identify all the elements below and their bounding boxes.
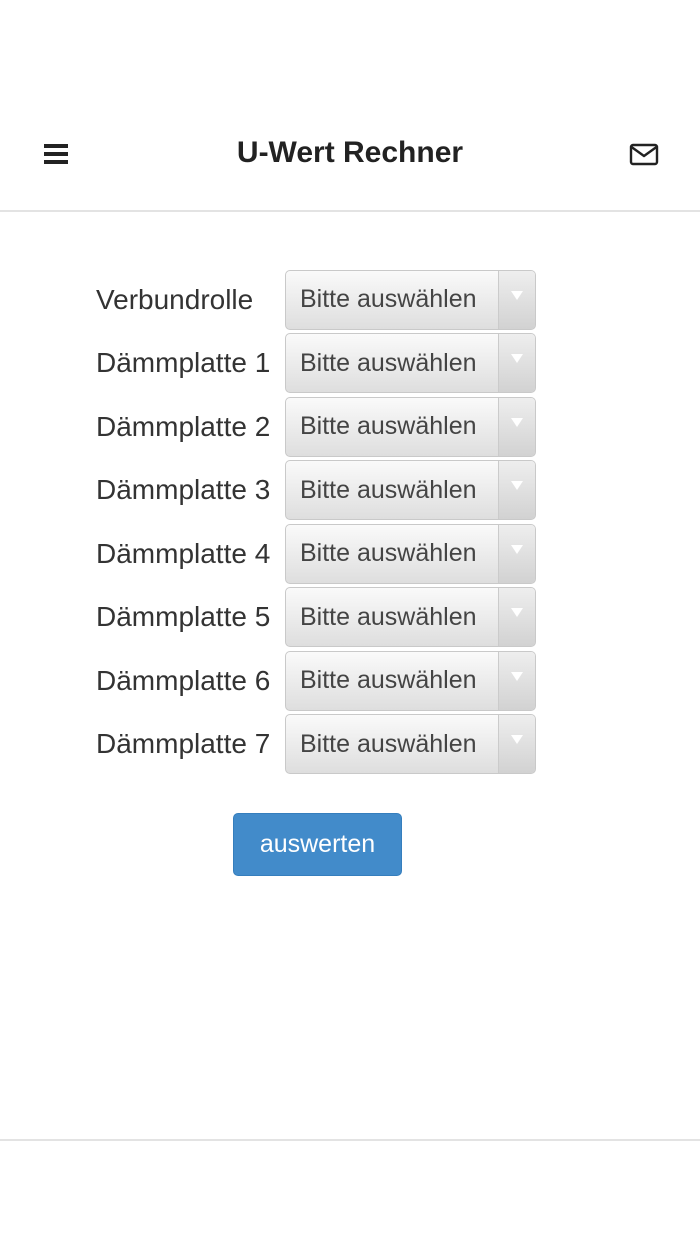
select-value: Bitte auswählen: [300, 539, 477, 568]
footer-divider: [0, 1139, 700, 1141]
envelope-icon: [629, 143, 659, 166]
form-row-daemmplatte-1: Dämmplatte 1 Bitte auswählen: [96, 332, 536, 396]
u-value-form: Verbundrolle Bitte auswählen Dämmplatte …: [96, 268, 536, 776]
field-label: Dämmplatte 1: [96, 347, 271, 379]
select-value: Bitte auswählen: [300, 666, 477, 695]
select-value: Bitte auswählen: [300, 475, 477, 504]
dropdown-arrow-icon: [498, 588, 535, 647]
menu-button[interactable]: [40, 138, 72, 170]
form-row-daemmplatte-3: Dämmplatte 3 Bitte auswählen: [96, 459, 536, 523]
page-title: U-Wert Rechner: [236, 136, 464, 169]
select-value: Bitte auswählen: [300, 285, 477, 314]
form-row-verbundrolle: Verbundrolle Bitte auswählen: [96, 268, 536, 332]
dropdown-arrow-icon: [498, 270, 535, 329]
field-label: Dämmplatte 2: [96, 410, 271, 442]
dropdown-arrow-icon: [498, 334, 535, 393]
field-label: Dämmplatte 7: [96, 728, 271, 760]
form-row-daemmplatte-7: Dämmplatte 7 Bitte auswählen: [96, 713, 536, 777]
form-row-daemmplatte-4: Dämmplatte 4 Bitte auswählen: [96, 522, 536, 586]
field-label: Verbundrolle: [96, 283, 254, 315]
hamburger-menu-icon: [44, 144, 68, 164]
dropdown-arrow-icon: [498, 524, 535, 583]
form-row-daemmplatte-6: Dämmplatte 6 Bitte auswählen: [96, 649, 536, 713]
dropdown-arrow-icon: [498, 651, 535, 710]
form-row-daemmplatte-5: Dämmplatte 5 Bitte auswählen: [96, 586, 536, 650]
daemmplatte-7-select[interactable]: Bitte auswählen: [285, 714, 536, 775]
select-value: Bitte auswählen: [300, 729, 477, 758]
verbundrolle-select[interactable]: Bitte auswählen: [285, 269, 536, 330]
app-header: U-Wert Rechner: [0, 100, 700, 212]
contact-mail-button[interactable]: [628, 140, 660, 170]
select-value: Bitte auswählen: [300, 602, 477, 631]
select-value: Bitte auswählen: [300, 412, 477, 441]
auswerten-button[interactable]: auswerten: [233, 813, 402, 876]
field-label: Dämmplatte 5: [96, 601, 271, 633]
dropdown-arrow-icon: [498, 397, 535, 456]
field-label: Dämmplatte 4: [96, 537, 271, 569]
daemmplatte-4-select[interactable]: Bitte auswählen: [285, 523, 536, 584]
select-value: Bitte auswählen: [300, 348, 477, 377]
daemmplatte-1-select[interactable]: Bitte auswählen: [285, 333, 536, 394]
dropdown-arrow-icon: [498, 461, 535, 520]
daemmplatte-2-select[interactable]: Bitte auswählen: [285, 396, 536, 457]
daemmplatte-6-select[interactable]: Bitte auswählen: [285, 650, 536, 711]
field-label: Dämmplatte 3: [96, 474, 271, 506]
daemmplatte-3-select[interactable]: Bitte auswählen: [285, 460, 536, 521]
daemmplatte-5-select[interactable]: Bitte auswählen: [285, 587, 536, 648]
field-label: Dämmplatte 6: [96, 664, 271, 696]
dropdown-arrow-icon: [498, 715, 535, 774]
form-row-daemmplatte-2: Dämmplatte 2 Bitte auswählen: [96, 395, 536, 459]
